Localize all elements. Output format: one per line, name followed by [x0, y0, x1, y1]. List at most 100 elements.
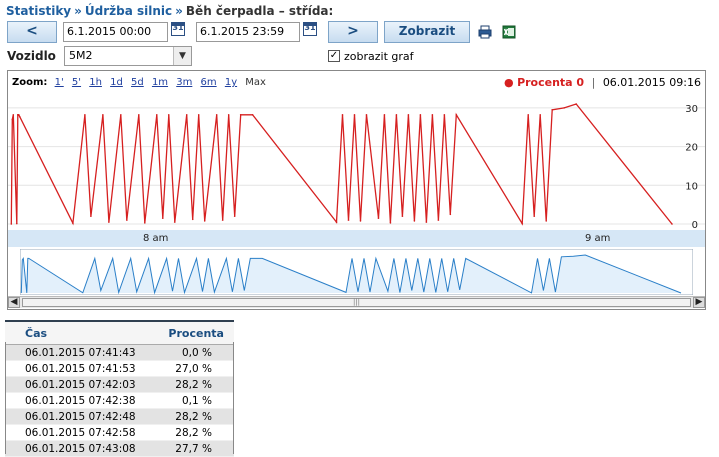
data-point[interactable] — [90, 215, 92, 218]
data-point[interactable] — [15, 222, 18, 225]
data-point[interactable] — [431, 114, 434, 116]
column-header-time[interactable]: Čas — [5, 320, 155, 345]
calendar-to-icon[interactable]: 31 — [303, 22, 317, 36]
date-from-input[interactable]: 6.1.2015 00:00 — [63, 22, 168, 42]
date-to-input[interactable]: 6.1.2015 23:59 — [196, 22, 300, 42]
zoom-3-months[interactable]: 3m — [176, 77, 192, 88]
scroll-left-icon[interactable]: ◀ — [8, 297, 20, 308]
data-point[interactable] — [341, 114, 344, 116]
cell-percent: 28,2 % — [154, 376, 234, 393]
zoom-1-year[interactable]: 1y — [225, 77, 237, 88]
data-point[interactable] — [12, 114, 15, 116]
zoom-5-days[interactable]: 5d — [131, 77, 144, 88]
show-graph-checkbox[interactable]: ✓ — [328, 50, 340, 62]
next-period-button[interactable]: > — [328, 21, 378, 43]
data-point[interactable] — [72, 222, 74, 225]
cell-percent: 27,7 % — [154, 440, 234, 457]
data-point[interactable] — [449, 213, 452, 216]
data-point[interactable] — [126, 219, 128, 221]
data-point[interactable] — [443, 114, 446, 116]
printer-icon[interactable] — [478, 25, 492, 39]
cell-time: 06.01.2015 07:42:58 — [5, 424, 155, 441]
data-point[interactable] — [191, 218, 194, 221]
breadcrumb-statistiky[interactable]: Statistiky — [6, 4, 71, 18]
data-point[interactable] — [383, 114, 386, 116]
data-point[interactable] — [563, 107, 565, 109]
chart-scrollbar[interactable]: ◀ ||| ▶ — [8, 296, 705, 308]
data-point[interactable] — [138, 114, 140, 116]
data-point[interactable] — [11, 118, 14, 121]
data-point[interactable] — [17, 114, 20, 116]
chart-legend: ● Procenta 0 | 06.01.2015 09:16 — [504, 76, 701, 89]
vehicle-select[interactable]: 5M2 ▼ — [64, 46, 192, 66]
data-point[interactable] — [185, 114, 188, 116]
prev-period-button[interactable]: < — [7, 21, 57, 43]
data-point[interactable] — [18, 115, 21, 118]
legend-series-name[interactable]: Procenta 0 — [517, 76, 584, 89]
data-point[interactable] — [551, 109, 553, 111]
data-point[interactable] — [425, 221, 428, 223]
data-point[interactable] — [84, 114, 86, 116]
data-point[interactable] — [353, 114, 356, 116]
data-point[interactable] — [377, 217, 380, 219]
data-point[interactable] — [455, 114, 458, 116]
zoom-5-minutes[interactable]: 5' — [72, 77, 81, 88]
data-point[interactable] — [533, 215, 536, 218]
data-point[interactable] — [359, 220, 362, 222]
data-point[interactable] — [10, 223, 13, 225]
data-point[interactable] — [419, 114, 422, 116]
data-point[interactable] — [221, 219, 224, 221]
data-point[interactable] — [545, 220, 548, 222]
y-tick-label: 0 — [692, 220, 698, 230]
table-row: 06.01.2015 07:42:38 0,1 % — [5, 392, 234, 409]
data-point[interactable] — [102, 114, 104, 116]
data-point[interactable] — [251, 114, 254, 116]
data-point[interactable] — [203, 220, 206, 222]
data-point[interactable] — [395, 114, 398, 116]
zoom-1-month[interactable]: 1m — [152, 77, 168, 88]
data-point[interactable] — [389, 222, 392, 224]
data-point[interactable] — [575, 103, 577, 105]
data-point[interactable] — [233, 215, 236, 218]
scroll-right-icon[interactable]: ▶ — [693, 297, 705, 308]
vehicle-label: Vozidlo — [7, 49, 56, 63]
show-button[interactable]: Zobrazit — [384, 21, 470, 43]
data-point[interactable] — [365, 114, 368, 116]
breadcrumb-udrzba-silnic[interactable]: Údržba silnic — [85, 4, 172, 18]
zoom-1-hour[interactable]: 1h — [89, 77, 102, 88]
data-point[interactable] — [161, 217, 164, 219]
data-point[interactable] — [155, 114, 158, 116]
data-point[interactable] — [227, 114, 230, 116]
zoom-6-months[interactable]: 6m — [201, 77, 217, 88]
chevron-down-icon[interactable]: ▼ — [173, 47, 191, 65]
data-point[interactable] — [120, 114, 122, 116]
data-point[interactable] — [197, 114, 200, 116]
data-point[interactable] — [413, 220, 416, 222]
zoom-1-day[interactable]: 1d — [110, 77, 123, 88]
data-point[interactable] — [239, 114, 242, 116]
excel-icon[interactable] — [502, 25, 516, 39]
data-point[interactable] — [539, 114, 542, 116]
data-point[interactable] — [437, 219, 440, 221]
main-chart[interactable]: 0 10 20 30 — [8, 96, 705, 230]
series-line-procenta[interactable] — [10, 103, 673, 226]
data-point[interactable] — [215, 114, 218, 116]
data-point[interactable] — [167, 114, 170, 116]
data-point[interactable] — [407, 114, 410, 116]
zoom-1-minute[interactable]: 1' — [55, 77, 64, 88]
data-point[interactable] — [527, 114, 530, 116]
data-point[interactable] — [401, 215, 404, 218]
table-row: 06.01.2015 07:42:48 28,2 % — [5, 408, 234, 425]
column-header-percent[interactable]: Procenta — [154, 320, 234, 345]
zoom-max[interactable]: Max — [245, 77, 266, 88]
data-point[interactable] — [671, 223, 673, 225]
data-point[interactable] — [144, 222, 146, 224]
calendar-from-icon[interactable]: 31 — [171, 22, 185, 36]
navigator-chart[interactable] — [20, 249, 693, 295]
data-point[interactable] — [521, 222, 524, 225]
data-point[interactable] — [335, 221, 338, 223]
data-point[interactable] — [347, 219, 350, 221]
scroll-thumb[interactable]: ||| — [22, 298, 691, 307]
data-point[interactable] — [108, 221, 110, 223]
data-point[interactable] — [173, 221, 176, 223]
